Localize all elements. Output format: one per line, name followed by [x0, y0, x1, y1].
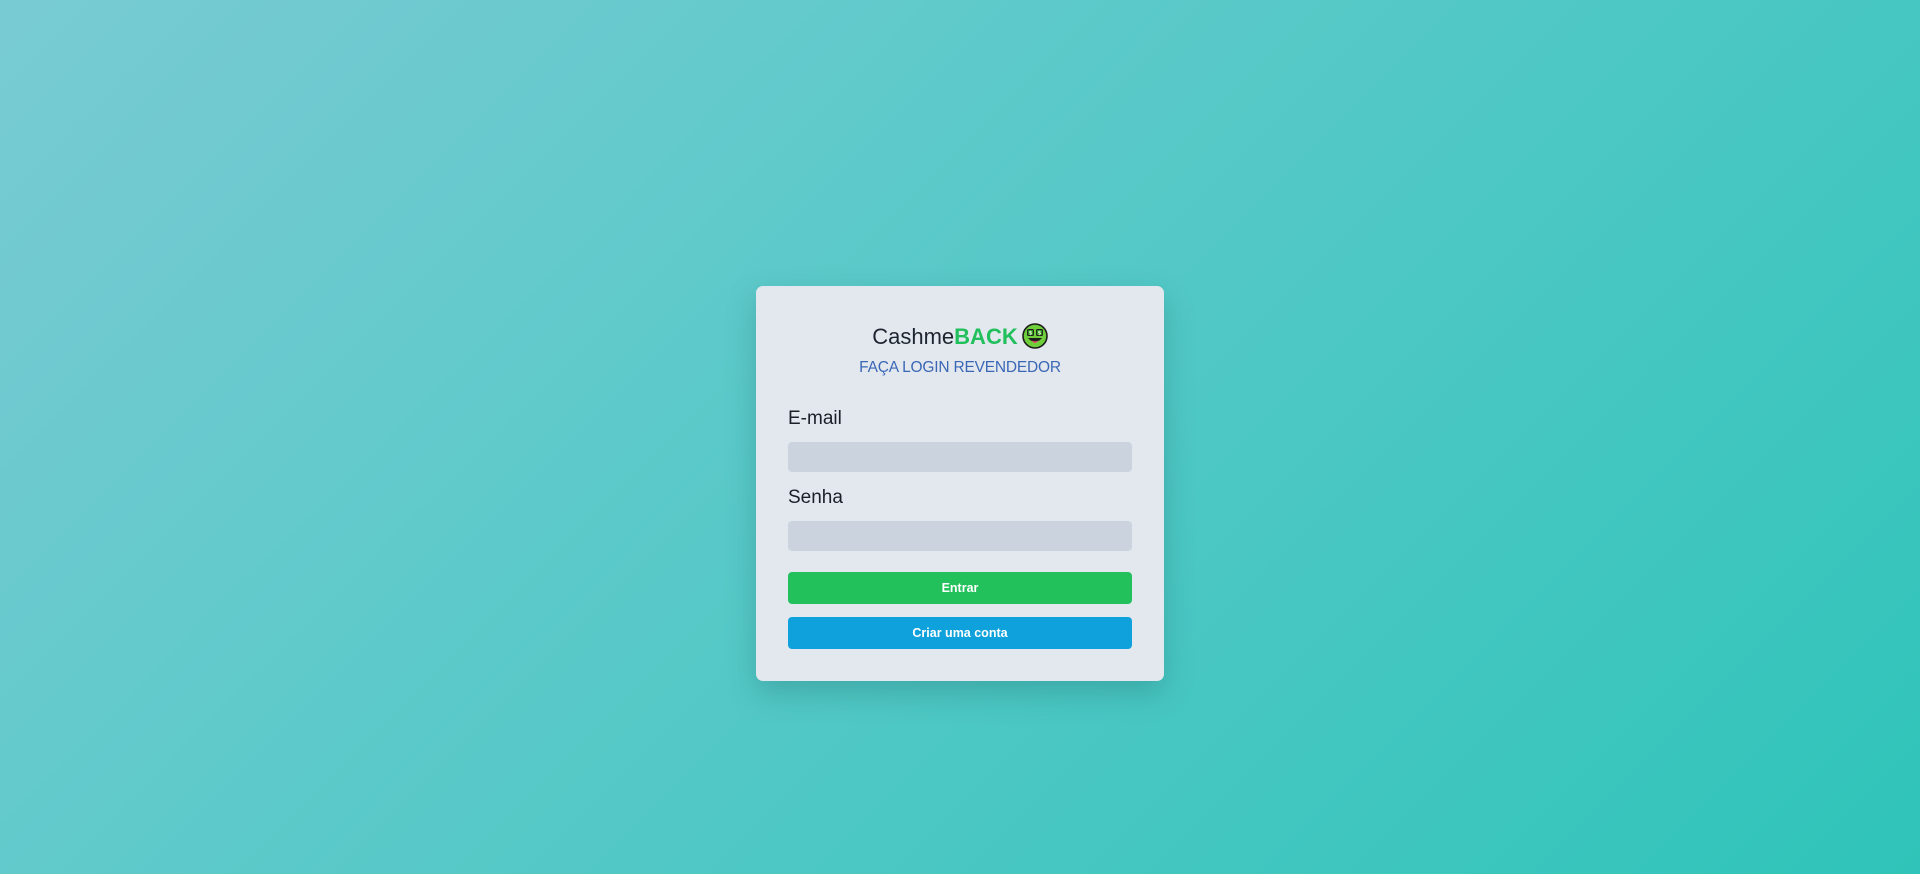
login-card: CashmeBACK $ $ FAÇA LOGIN REVENDEDOR E-m…	[756, 286, 1164, 681]
page-subtitle: FAÇA LOGIN REVENDEDOR	[859, 359, 1061, 376]
brand-name-accent: BACK	[954, 324, 1018, 349]
svg-text:$: $	[1028, 330, 1032, 336]
brand-title: CashmeBACK $ $	[756, 319, 1164, 355]
create-account-button[interactable]: Criar uma conta	[788, 617, 1132, 649]
email-label: E-mail	[788, 408, 842, 429]
email-field[interactable]	[788, 442, 1132, 472]
password-label: Senha	[788, 487, 843, 508]
brand-name-plain: Cashme	[872, 324, 955, 349]
money-mouth-face-icon: $ $	[1021, 323, 1048, 349]
svg-text:$: $	[1037, 330, 1041, 336]
password-field[interactable]	[788, 521, 1132, 551]
login-button[interactable]: Entrar	[788, 572, 1132, 604]
